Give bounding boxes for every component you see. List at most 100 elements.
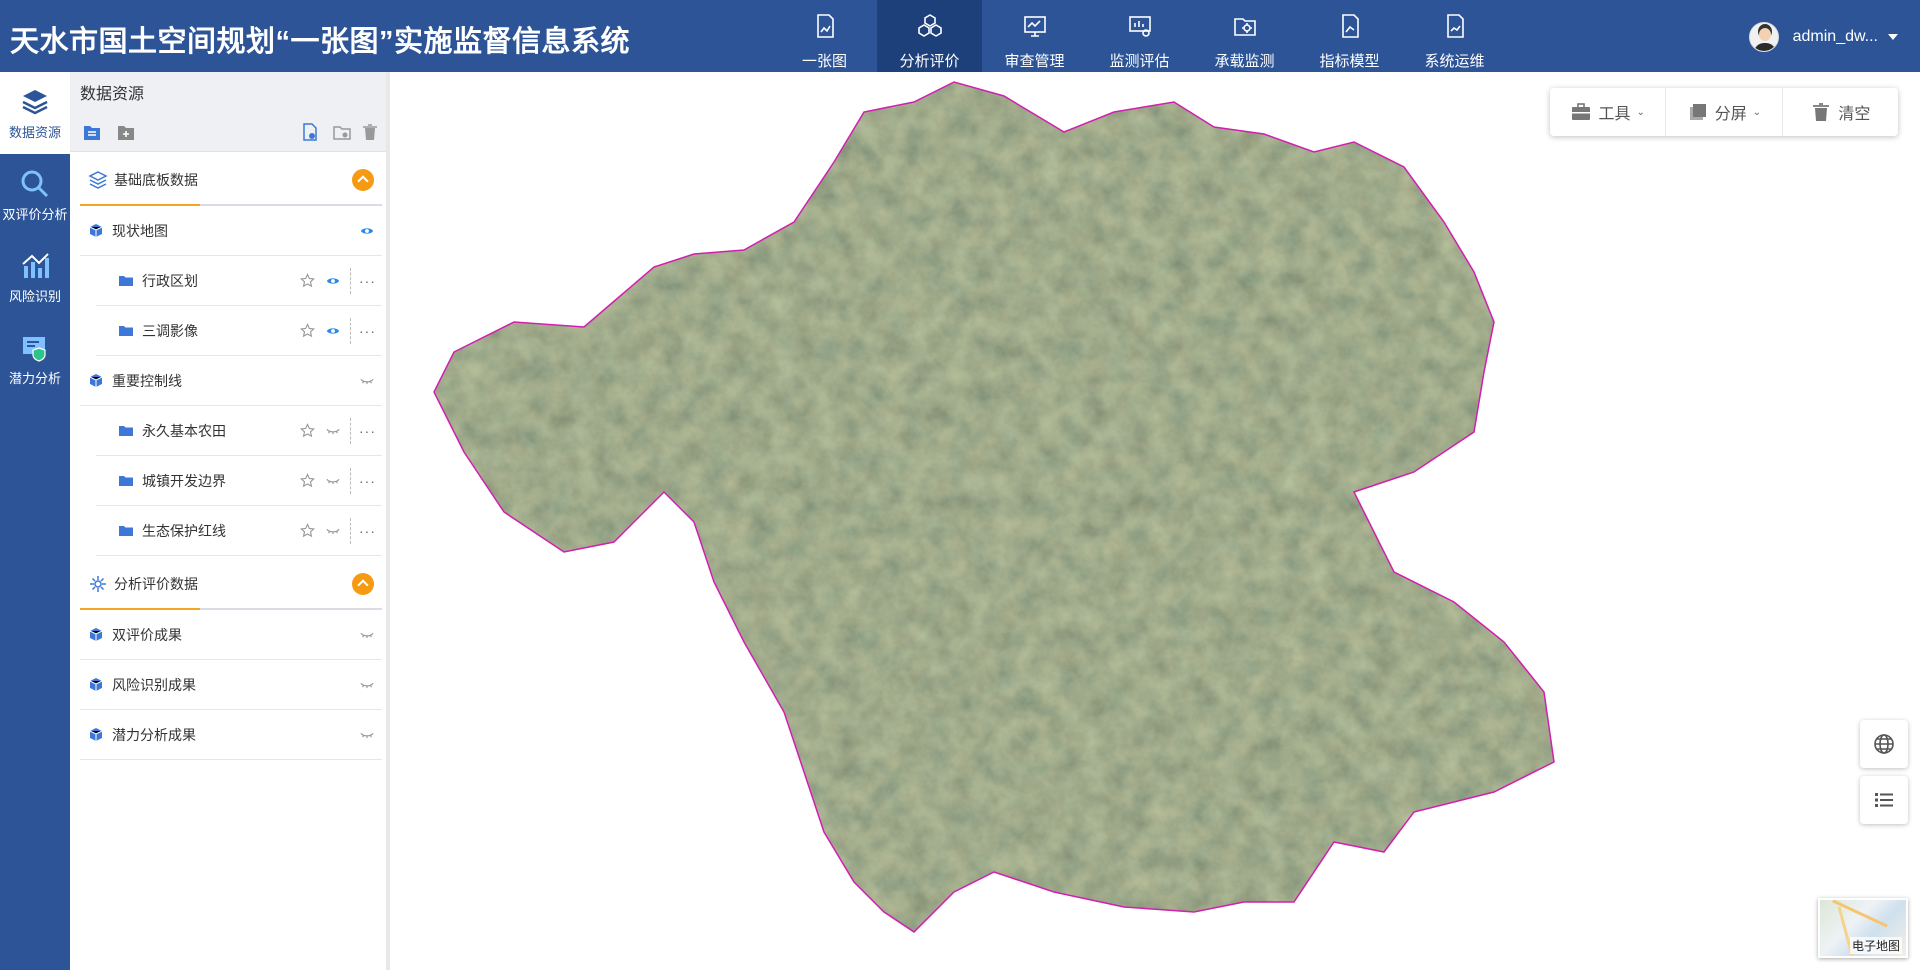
nav-item-analysis[interactable]: 分析评价: [877, 0, 982, 72]
layer-category[interactable]: 重要控制线: [80, 356, 382, 406]
satellite-map[interactable]: [394, 72, 1920, 970]
legend-list-button[interactable]: [1860, 776, 1908, 824]
rail-label: 双评价分析: [2, 206, 68, 222]
layer-label: 潜力分析成果: [112, 726, 196, 743]
eye-closed-icon[interactable]: [324, 472, 342, 490]
tools-label: 工具: [1598, 106, 1631, 123]
layer-item[interactable]: 城镇开发边界 ···: [96, 456, 382, 506]
system-title: 天水市国土空间规划“一张图”实施监督信息系统: [10, 26, 631, 58]
layer-label: 重要控制线: [112, 372, 182, 389]
terrain-imagery: [434, 82, 1554, 932]
layer-label: 双评价成果: [112, 626, 182, 643]
cube-icon: [89, 727, 103, 741]
globe-button[interactable]: [1860, 720, 1908, 768]
more-options-icon[interactable]: ···: [359, 474, 376, 488]
more-options-icon[interactable]: ···: [359, 424, 376, 438]
group-base-data[interactable]: 基础底板数据: [80, 156, 382, 206]
basemap-switcher[interactable]: 电子地图: [1818, 898, 1908, 958]
tools-button[interactable]: 工具 ⌄: [1550, 88, 1667, 136]
folder-icon: [119, 425, 133, 436]
layer-category[interactable]: 双评价成果: [80, 610, 382, 660]
user-menu[interactable]: admin_dw...: [1748, 22, 1898, 52]
map-toolbar: 工具 ⌄ 分屏 ⌄ 清空: [1550, 88, 1898, 136]
layer-tree: 基础底板数据 现状地图 行政区划 ··· 三调影像 ··· 重要控制线 永久基本农田 ··· 城镇…: [70, 156, 386, 760]
layer-item[interactable]: 生态保护红线 ···: [96, 506, 382, 556]
more-options-icon[interactable]: ···: [359, 524, 376, 538]
rail-item-data-resources[interactable]: 数据资源: [0, 72, 70, 154]
cube-icon: [89, 223, 103, 237]
eye-closed-icon[interactable]: [324, 522, 342, 540]
nav-item-ops[interactable]: 系统运维: [1402, 0, 1507, 72]
nav-item-indicator[interactable]: 指标模型: [1297, 0, 1402, 72]
basemap-label: 电子地图: [1849, 937, 1902, 954]
favorite-star-icon[interactable]: [298, 522, 316, 540]
rail-item-risk[interactable]: 风险识别: [0, 236, 70, 318]
favorite-star-icon[interactable]: [298, 272, 316, 290]
folder-add-icon[interactable]: [116, 122, 136, 142]
layer-label: 城镇开发边界: [142, 472, 226, 489]
top-header: 天水市国土空间规划“一张图”实施监督信息系统 一张图 分析评价 审查管理 监测评…: [0, 0, 1920, 72]
collapse-group-icon[interactable]: [352, 169, 374, 191]
layer-label: 风险识别成果: [112, 676, 196, 693]
trash-icon: [1813, 103, 1830, 121]
layer-label: 三调影像: [142, 322, 198, 339]
eye-closed-icon[interactable]: [358, 726, 376, 744]
toolbox-icon: [1572, 103, 1591, 120]
divider: [350, 417, 351, 444]
layer-item[interactable]: 永久基本农田 ···: [96, 406, 382, 456]
eye-closed-icon[interactable]: [358, 372, 376, 390]
layer-category[interactable]: 现状地图: [80, 206, 382, 256]
rail-label: 潜力分析: [8, 370, 61, 386]
clear-label: 清空: [1838, 106, 1871, 123]
folder-list-icon[interactable]: [82, 122, 102, 142]
map-view[interactable]: [394, 72, 1920, 970]
nav-label: 指标模型: [1319, 53, 1380, 70]
nav-item-review[interactable]: 审查管理: [982, 0, 1087, 72]
layer-category[interactable]: 潜力分析成果: [80, 710, 382, 760]
split-screen-icon: [1689, 104, 1706, 120]
chevron-down-icon: ⌄: [1752, 106, 1762, 118]
favorite-star-icon[interactable]: [298, 472, 316, 490]
split-label: 分屏: [1714, 106, 1747, 123]
group-analysis-data[interactable]: 分析评价数据: [80, 560, 382, 610]
doc-view-icon[interactable]: [300, 122, 320, 142]
folder-open-icon[interactable]: [332, 122, 352, 142]
nav-item-monitor[interactable]: 监测评估: [1087, 0, 1192, 72]
nav-item-map[interactable]: 一张图: [772, 0, 877, 72]
favorite-star-icon[interactable]: [298, 322, 316, 340]
monitor-icon: [1128, 16, 1151, 37]
rail-item-potential[interactable]: 潜力分析: [0, 318, 70, 400]
nav-label: 分析评价: [899, 53, 960, 70]
left-rail: 数据资源 双评价分析 风险识别 潜力分析: [0, 72, 70, 970]
nav-label: 监测评估: [1109, 53, 1170, 70]
group-label: 分析评价数据: [114, 576, 198, 592]
layer-category[interactable]: 风险识别成果: [80, 660, 382, 710]
chevron-down-icon: ⌄: [1636, 106, 1645, 118]
eye-closed-icon[interactable]: [358, 626, 376, 644]
trash-icon[interactable]: [360, 122, 380, 142]
rail-item-dual-evaluation[interactable]: 双评价分析: [0, 154, 70, 236]
layer-item[interactable]: 行政区划 ···: [96, 256, 382, 306]
cube-icon: [89, 677, 103, 691]
cubes-icon: [917, 14, 942, 37]
eye-closed-icon[interactable]: [358, 676, 376, 694]
doc-chart-icon: [1341, 14, 1359, 38]
eye-closed-icon[interactable]: [324, 422, 342, 440]
layer-item[interactable]: 三调影像 ···: [96, 306, 382, 356]
more-options-icon[interactable]: ···: [359, 274, 376, 288]
divider: [350, 267, 351, 294]
split-screen-button[interactable]: 分屏 ⌄: [1666, 88, 1783, 136]
eye-icon[interactable]: [324, 322, 342, 340]
eye-icon[interactable]: [358, 222, 376, 240]
collapse-group-icon[interactable]: [352, 573, 374, 595]
search-icon: [21, 170, 49, 197]
eye-icon[interactable]: [324, 272, 342, 290]
layer-label: 生态保护红线: [142, 522, 226, 539]
clear-button[interactable]: 清空: [1783, 88, 1898, 136]
group-label: 基础底板数据: [114, 172, 198, 188]
network-icon: [90, 576, 106, 592]
favorite-star-icon[interactable]: [298, 422, 316, 440]
bar-chart-icon: [22, 252, 49, 278]
nav-item-capacity[interactable]: 承载监测: [1192, 0, 1297, 72]
more-options-icon[interactable]: ···: [359, 324, 376, 338]
